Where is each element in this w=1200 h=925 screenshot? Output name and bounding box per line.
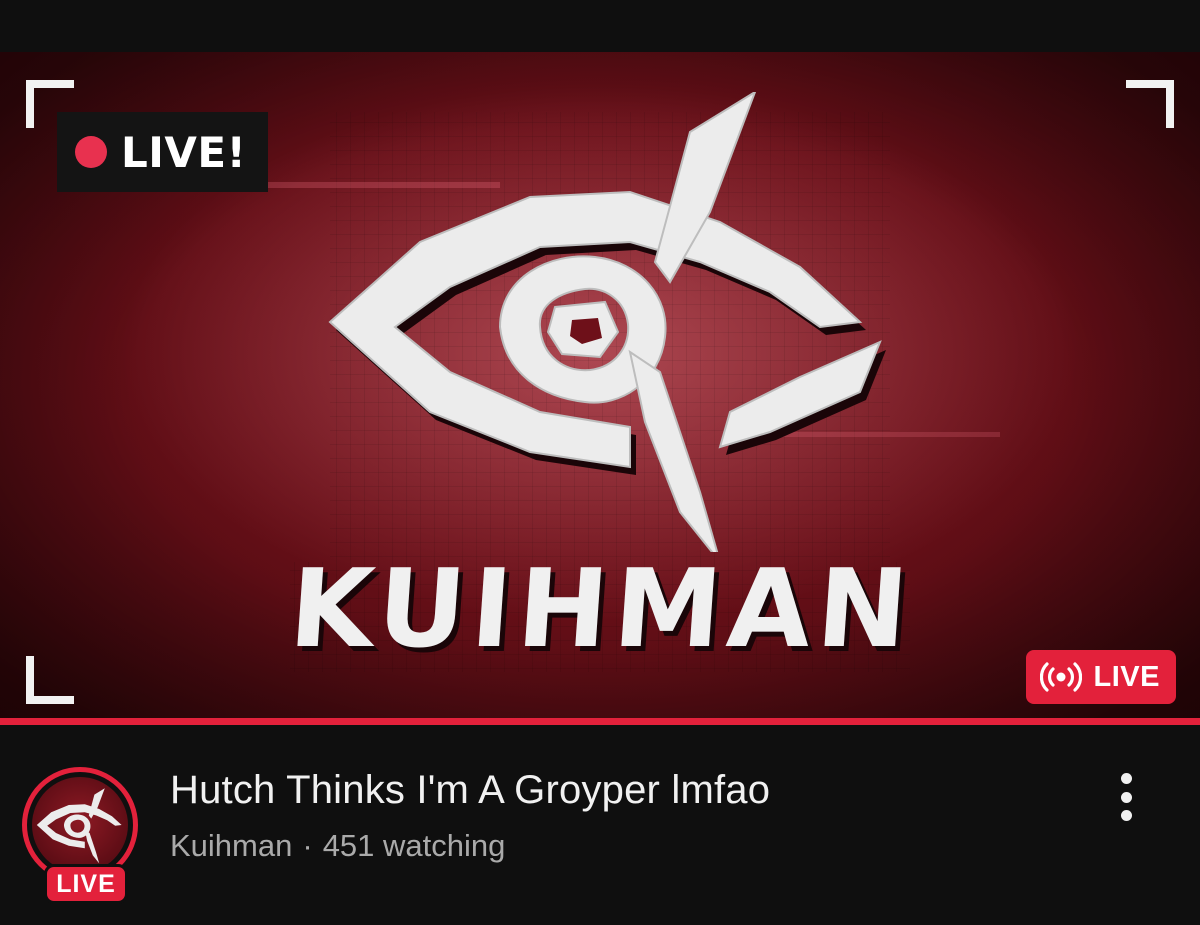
- live-badge-label: LIVE: [1093, 660, 1160, 693]
- live-overlay-tag: LIVE!: [57, 112, 269, 192]
- live-progress-bar: [0, 718, 1200, 725]
- frame-corner-bottom-left: [26, 656, 74, 704]
- channel-name[interactable]: Kuihman: [170, 828, 292, 863]
- video-card: LIVE! KUIHMAN LIVE LIVE Hutch Thinks I'm…: [0, 0, 1200, 925]
- video-title[interactable]: Hutch Thinks I'm A Groyper lmfao: [170, 768, 770, 813]
- channel-avatar-button[interactable]: LIVE: [22, 767, 140, 904]
- channel-info: Kuihman · 451 watching: [170, 828, 505, 864]
- avatar: [32, 777, 128, 873]
- more-vert-icon[interactable]: [1106, 771, 1146, 823]
- separator: ·: [302, 828, 313, 863]
- brand-wordmark: KUIHMAN: [285, 547, 918, 672]
- broadcast-icon: [1039, 662, 1082, 692]
- live-badge: LIVE: [1025, 650, 1176, 704]
- top-bar: [0, 0, 1200, 52]
- avatar-live-label: LIVE: [44, 864, 128, 904]
- record-dot-icon: [75, 136, 107, 168]
- video-thumbnail[interactable]: LIVE! KUIHMAN LIVE: [0, 52, 1200, 722]
- eye-logo-icon: [36, 788, 122, 864]
- viewer-count: 451 watching: [322, 828, 506, 863]
- live-overlay-label: LIVE!: [121, 127, 247, 177]
- eye-logo-icon: [328, 92, 886, 552]
- frame-corner-top-right: [1126, 80, 1174, 128]
- video-meta: LIVE Hutch Thinks I'm A Groyper lmfao Ku…: [0, 725, 1200, 925]
